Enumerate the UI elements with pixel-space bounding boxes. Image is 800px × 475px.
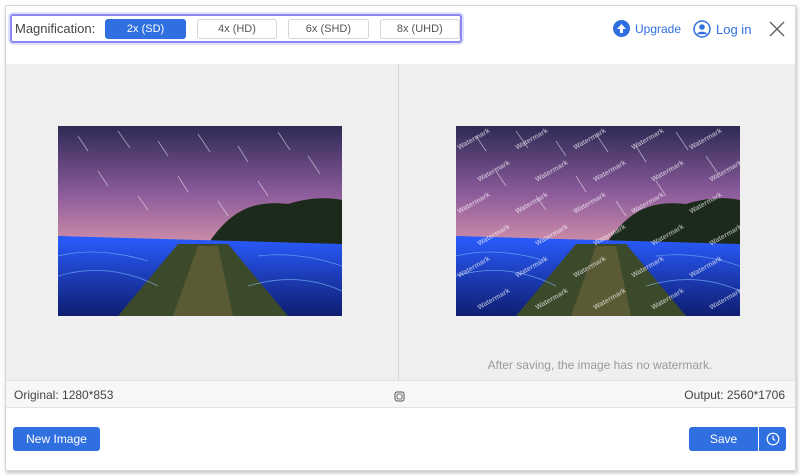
magnification-selector: Magnification: 2x (SD) 4x (HD) 6x (SHD) … (10, 14, 462, 43)
close-icon[interactable] (768, 20, 786, 38)
user-icon (693, 20, 711, 38)
login-label: Log in (716, 21, 752, 37)
magnification-option-4x[interactable]: 4x (HD) (196, 18, 278, 39)
upscaler-window: Magnification: 2x (SD) 4x (HD) 6x (SHD) … (5, 5, 796, 471)
login-link[interactable]: Log in (693, 20, 751, 38)
magnification-option-8x[interactable]: 8x (UHD) (379, 18, 461, 39)
magnification-option-6x[interactable]: 6x (SHD) (288, 18, 369, 39)
original-size: Original: 1280*853 (14, 388, 114, 402)
upscaled-image: Watermark Watermark Watermark Watermark Wate… (456, 126, 740, 316)
watermark-note: After saving, the image has no watermark… (487, 358, 713, 372)
upgrade-arrow-icon (613, 20, 630, 37)
output-size: Output: 2560*1706 (684, 388, 785, 402)
save-button[interactable]: Save (689, 427, 758, 451)
new-image-button[interactable]: New Image (13, 427, 100, 451)
magnification-label: Magnification: (15, 21, 96, 36)
info-bar: Original: 1280*853 Output: 2560*1706 (6, 380, 795, 408)
preview-divider (398, 64, 399, 380)
original-image (58, 126, 342, 316)
history-button[interactable] (759, 427, 786, 451)
upgrade-label: Upgrade (635, 21, 682, 36)
upgrade-link[interactable]: Upgrade (613, 20, 681, 37)
preview-area: Watermark Watermark Watermark Watermark Wate… (6, 64, 795, 380)
header: Magnification: 2x (SD) 4x (HD) 6x (SHD) … (6, 6, 795, 64)
clock-icon (766, 432, 780, 446)
magnification-option-2x[interactable]: 2x (SD) (105, 18, 186, 39)
compare-icon[interactable] (394, 389, 405, 402)
